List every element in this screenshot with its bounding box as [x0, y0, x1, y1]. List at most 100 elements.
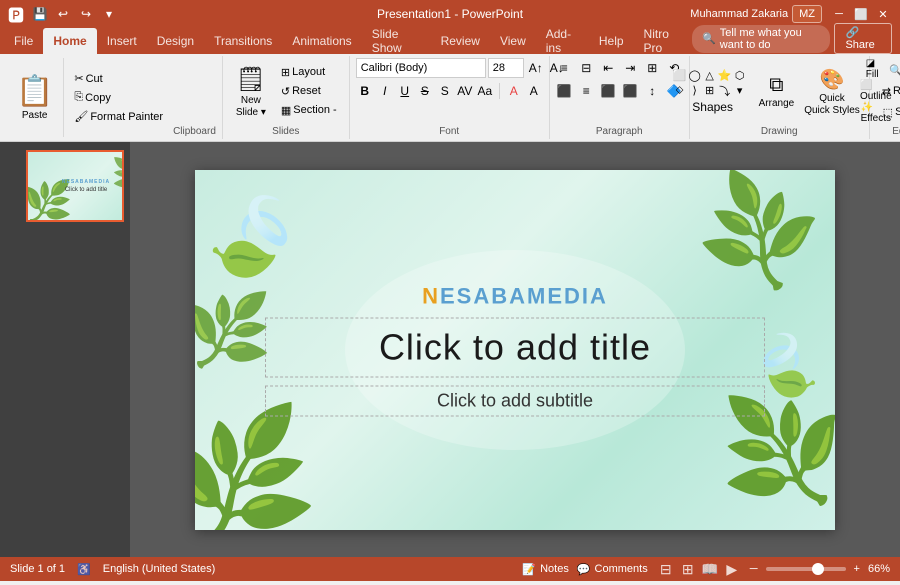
- find-button[interactable]: 🔍 Find: [883, 62, 900, 79]
- minimize-button[interactable]: ─: [830, 5, 848, 23]
- replace-button[interactable]: ⇄ Replace: [876, 83, 900, 100]
- outline-view-button[interactable]: ⊞: [678, 561, 698, 578]
- shadow-button[interactable]: S: [436, 81, 454, 101]
- cut-button[interactable]: ✂ Cut: [68, 70, 169, 87]
- shape-item[interactable]: ⟩: [688, 84, 702, 98]
- undo-button[interactable]: ↩: [53, 4, 73, 24]
- status-bar-right: 📝 Notes 💬 Comments ⊟ ⊞ 📖 ▶ ─ + 66%: [522, 561, 890, 578]
- align-left-button[interactable]: ⬛: [554, 81, 574, 101]
- shape-item[interactable]: ⭐: [718, 69, 732, 83]
- shape-item[interactable]: ⬜: [673, 69, 687, 83]
- bold-button[interactable]: B: [356, 81, 374, 101]
- tab-slideshow[interactable]: Slide Show: [362, 28, 431, 54]
- font-name-input[interactable]: [356, 58, 486, 78]
- tab-file[interactable]: File: [4, 28, 43, 54]
- title-bar-right: Muhammad Zakaria MZ ─ ⬜ ✕: [690, 5, 892, 23]
- view-buttons: ⊟ ⊞ 📖 ▶: [656, 561, 742, 578]
- tab-help[interactable]: Help: [589, 28, 634, 54]
- slide-subtitle-placeholder[interactable]: Click to add subtitle: [265, 385, 765, 416]
- zoom-level: 66%: [868, 563, 890, 575]
- shapes-label: Shapes: [692, 100, 733, 114]
- reset-button[interactable]: ↺ Reset: [275, 83, 343, 100]
- tab-review[interactable]: Review: [431, 28, 490, 54]
- reading-view-button[interactable]: 📖: [700, 561, 720, 578]
- paragraph-group-label: Paragraph: [596, 124, 643, 137]
- change-case-button[interactable]: Aa: [476, 81, 494, 101]
- ribbon-group-font: A↑ A↓ B I U S S AV Aa A A Font: [350, 56, 550, 139]
- tab-design[interactable]: Design: [147, 28, 204, 54]
- ribbon-group-drawing: ⬜ ◯ △ ⭐ ⬡ ⬦ ⟩ ⊞ ⤵ ▾ Shapes ⧉ Arrange: [690, 56, 870, 139]
- restore-button[interactable]: ⬜: [852, 5, 870, 23]
- columns-button[interactable]: ⊞: [642, 58, 662, 78]
- tab-view[interactable]: View: [490, 28, 536, 54]
- shape-item[interactable]: △: [703, 69, 717, 83]
- user-badge: MZ: [792, 5, 822, 23]
- increase-font-button[interactable]: A↑: [526, 58, 546, 78]
- slide-canvas[interactable]: 🌿 🍃 🌿 🌿 🌿 🍃 NESABAMEDIA Click to add tit…: [195, 170, 835, 530]
- shape-item[interactable]: ⬦: [673, 84, 687, 98]
- numbering-button[interactable]: ⊟: [576, 58, 596, 78]
- tab-home[interactable]: Home: [43, 28, 96, 54]
- main-canvas-area: 🌿 🍃 🌿 🌿 🌿 🍃 NESABAMEDIA Click to add tit…: [130, 142, 900, 557]
- shape-item[interactable]: ⊞: [703, 84, 717, 98]
- quick-styles-icon: 🎨: [820, 67, 845, 92]
- new-slide-button[interactable]: 🗒 New Slide ▾: [229, 61, 273, 122]
- tell-me-search[interactable]: 🔍 Tell me what you want to do: [692, 25, 830, 53]
- section-button[interactable]: ▦ Section -: [275, 102, 343, 119]
- normal-view-button[interactable]: ⊟: [656, 561, 676, 578]
- arrange-button[interactable]: ⧉ Arrange: [755, 72, 799, 111]
- slideshow-view-button[interactable]: ▶: [722, 561, 742, 578]
- customize-qa-button[interactable]: ▾: [99, 4, 119, 24]
- save-button[interactable]: 💾: [30, 4, 50, 24]
- shape-item[interactable]: ⬡: [733, 69, 747, 83]
- shape-item[interactable]: ⤵: [718, 84, 732, 98]
- zoom-out-button[interactable]: ─: [750, 563, 758, 575]
- tab-nitro[interactable]: Nitro Pro: [634, 28, 693, 54]
- zoom-in-button[interactable]: +: [854, 563, 860, 575]
- justify-button[interactable]: ⬛: [620, 81, 640, 101]
- tab-animations[interactable]: Animations: [282, 28, 361, 54]
- font-group-label: Font: [439, 124, 459, 137]
- tab-addins[interactable]: Add-ins: [536, 28, 589, 54]
- new-slide-icon: 🗒: [236, 65, 266, 94]
- quick-styles-button[interactable]: 🎨 Quick Quick Styles: [800, 65, 864, 118]
- paste-button[interactable]: 📋 Paste: [10, 60, 59, 135]
- notes-button[interactable]: 📝 Notes: [522, 563, 568, 576]
- strikethrough-button[interactable]: S: [416, 81, 434, 101]
- align-center-button[interactable]: ≡: [576, 81, 596, 101]
- status-bar: Slide 1 of 1 ♿ English (United States) 📝…: [0, 557, 900, 581]
- redo-button[interactable]: ↪: [76, 4, 96, 24]
- underline-button[interactable]: U: [396, 81, 414, 101]
- tab-transitions[interactable]: Transitions: [204, 28, 282, 54]
- slide-thumb-preview: 🌿 🌿 NESABAMEDIA Click to add title: [28, 152, 124, 220]
- zoom-thumb[interactable]: [812, 563, 824, 575]
- italic-button[interactable]: I: [376, 81, 394, 101]
- char-spacing-button[interactable]: AV: [456, 81, 474, 101]
- watermark-text: ESABAMEDIA: [440, 283, 608, 308]
- window-title: Presentation1 - PowerPoint: [377, 7, 523, 21]
- share-button[interactable]: 🔗 Share: [834, 23, 892, 54]
- format-painter-button[interactable]: 🖌 Format Painter: [68, 108, 169, 125]
- layout-icon: ⊞: [281, 66, 290, 79]
- line-spacing-button[interactable]: ↕: [642, 81, 662, 101]
- shape-item[interactable]: ◯: [688, 69, 702, 83]
- close-button[interactable]: ✕: [874, 5, 892, 23]
- copy-button[interactable]: ⎘ Copy: [68, 89, 169, 106]
- slide-thumbnail[interactable]: 🌿 🌿 NESABAMEDIA Click to add title: [26, 150, 124, 222]
- select-button[interactable]: ⬚ Select -: [877, 104, 900, 121]
- more-shapes-button[interactable]: ▾: [733, 84, 747, 98]
- highlight-button[interactable]: A: [525, 81, 543, 101]
- zoom-slider[interactable]: [766, 567, 846, 571]
- ribbon: 📋 Paste ✂ Cut ⎘ Copy 🖌 Format Painter Cl…: [0, 54, 900, 142]
- layout-button[interactable]: ⊞ Layout: [275, 64, 343, 81]
- font-color-button[interactable]: A: [505, 81, 523, 101]
- decrease-indent-button[interactable]: ⇤: [598, 58, 618, 78]
- align-right-button[interactable]: ⬛: [598, 81, 618, 101]
- slide-title-placeholder[interactable]: Click to add title: [265, 317, 765, 377]
- drawing-group-label: Drawing: [761, 124, 798, 137]
- comments-button[interactable]: 💬 Comments: [577, 563, 648, 576]
- increase-indent-button[interactable]: ⇥: [620, 58, 640, 78]
- tab-insert[interactable]: Insert: [97, 28, 147, 54]
- bullets-button[interactable]: ≡: [554, 58, 574, 78]
- font-size-input[interactable]: [488, 58, 524, 78]
